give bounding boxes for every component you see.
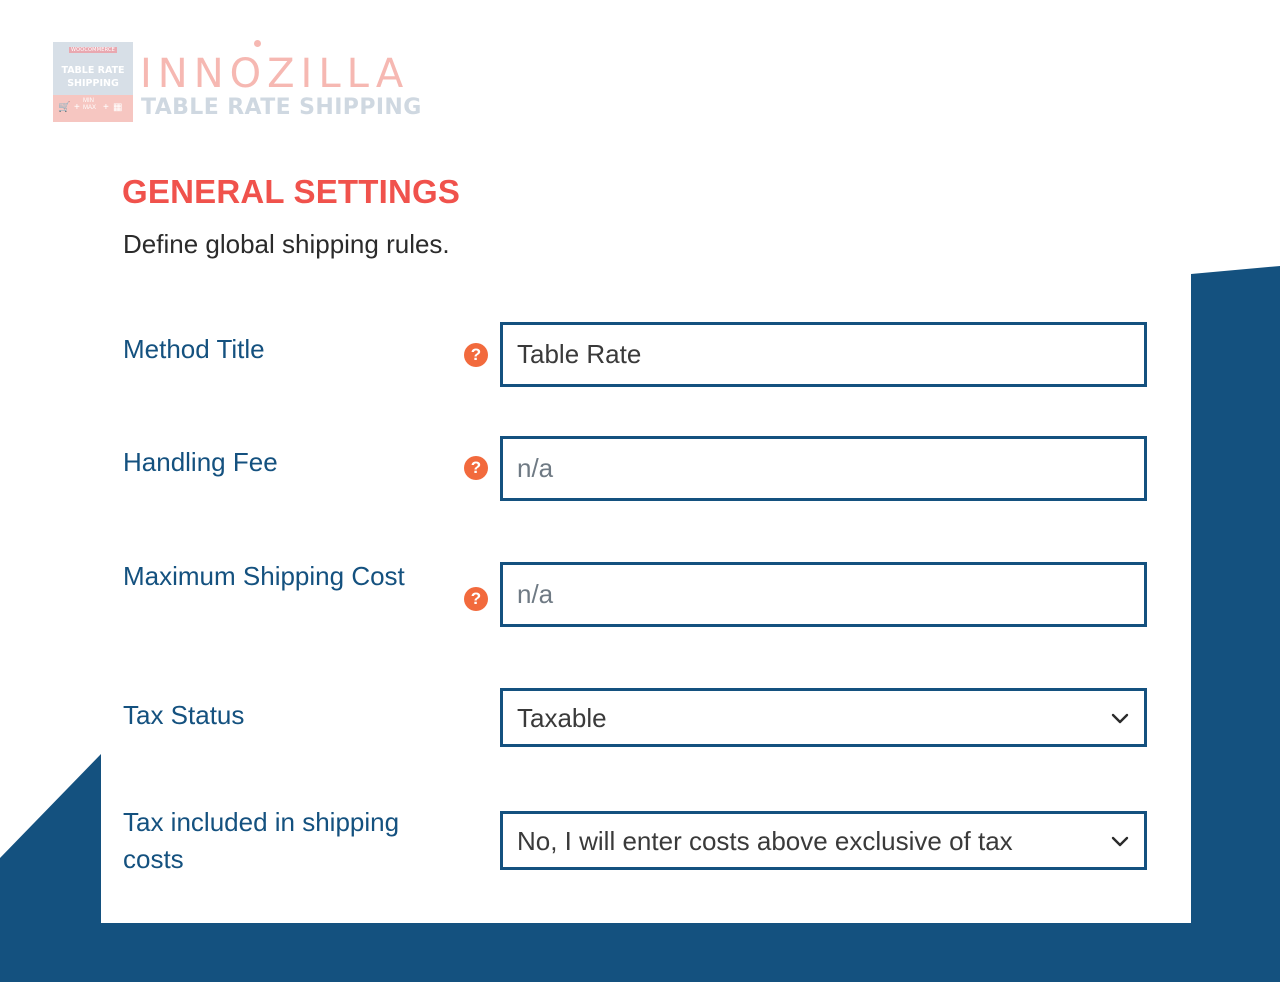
question-circle-icon[interactable]: ?: [464, 343, 488, 367]
handling-fee-label: Handling Fee: [123, 447, 278, 477]
badge-max-text: MAX: [83, 105, 97, 111]
badge-min-text: MIN: [83, 98, 94, 104]
brand-name: INNOZILLA: [140, 51, 410, 97]
method-title-label: Method Title: [123, 334, 265, 364]
brand-dot-accent: [254, 40, 261, 47]
max-shipping-cost-input[interactable]: [500, 562, 1147, 627]
tax-status-label: Tax Status: [123, 700, 245, 730]
cart-icon: 🛒: [58, 102, 71, 113]
badge-icon-strip: 🛒 + MIN MAX + ▦: [53, 95, 133, 122]
method-title-input[interactable]: [500, 322, 1147, 387]
max-shipping-cost-label: Maximum Shipping Cost: [123, 561, 405, 591]
plus-icon: +: [103, 102, 109, 113]
brand-subtitle: TABLE RATE SHIPPING: [141, 95, 422, 120]
chevron-down-icon: [1111, 713, 1129, 724]
badge-title-line1: TABLE RATE: [61, 65, 125, 76]
table-icon: ▦: [113, 102, 123, 113]
section-description: Define global shipping rules.: [123, 229, 450, 259]
product-badge-logo: WOOCOMMERCE TABLE RATE SHIPPING 🛒 + MIN …: [53, 42, 133, 122]
tax-included-select[interactable]: No, I will enter costs above exclusive o…: [500, 811, 1147, 870]
question-circle-icon[interactable]: ?: [464, 456, 488, 480]
tax-included-selected: No, I will enter costs above exclusive o…: [517, 826, 1013, 856]
badge-title-line2: SHIPPING: [67, 78, 119, 89]
badge-top-text: WOOCOMMERCE: [68, 47, 118, 53]
section-title: GENERAL SETTINGS: [122, 173, 461, 210]
plus-icon: +: [74, 102, 80, 113]
tax-status-selected: Taxable: [517, 703, 607, 733]
chevron-down-icon: [1111, 836, 1129, 847]
handling-fee-input[interactable]: [500, 436, 1147, 501]
tax-status-select[interactable]: Taxable: [500, 688, 1147, 747]
tax-included-label: Tax included in shipping costs: [123, 807, 400, 874]
question-circle-icon[interactable]: ?: [464, 587, 488, 611]
